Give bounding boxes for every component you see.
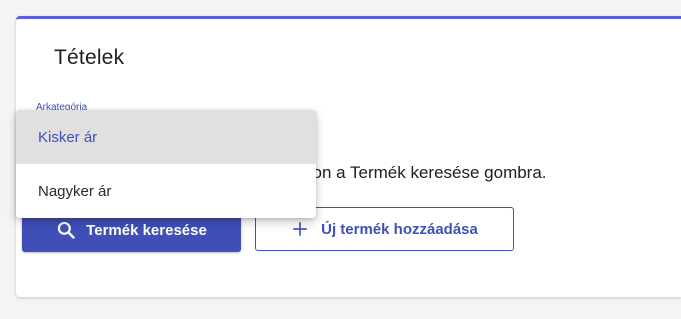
option-retail-price[interactable]: Kisker ár bbox=[16, 110, 316, 164]
search-icon bbox=[56, 220, 76, 240]
option-wholesale-price[interactable]: Nagyker ár bbox=[16, 164, 316, 218]
hint-text: son a Termék keresése gombra. bbox=[304, 163, 547, 182]
option-label: Nagyker ár bbox=[38, 182, 112, 200]
price-category-label: Arkategória bbox=[36, 102, 88, 110]
card-title: Tételek bbox=[54, 46, 125, 69]
add-product-label: Új termék hozzáadása bbox=[321, 220, 478, 238]
search-product-label: Termék keresése bbox=[86, 221, 207, 239]
price-category-dropdown: Kisker ár Nagyker ár bbox=[16, 110, 316, 218]
option-label: Kisker ár bbox=[38, 128, 98, 146]
plus-icon bbox=[291, 220, 309, 238]
